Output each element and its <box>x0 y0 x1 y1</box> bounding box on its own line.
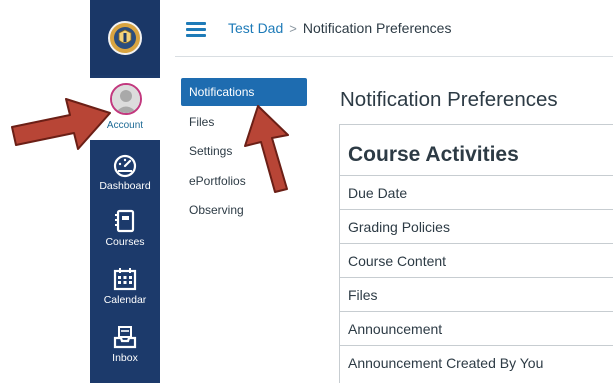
school-seal-logo-icon <box>108 20 142 55</box>
header-divider <box>175 56 613 57</box>
pref-row-files: Files <box>340 277 613 311</box>
subnav-item-notifications[interactable]: Notifications <box>181 78 307 106</box>
nav-account-label: Account <box>106 120 144 131</box>
subnav-item-eportfolios[interactable]: ePortfolios <box>181 167 307 195</box>
pref-row-announcement-created-by-you: Announcement Created By You <box>340 345 613 379</box>
courses-book-icon <box>115 209 135 233</box>
calendar-icon <box>113 268 137 291</box>
dashboard-gauge-icon <box>113 154 137 178</box>
section-heading-course-activities: Course Activities <box>348 143 519 166</box>
nav-item-inbox[interactable]: Inbox <box>90 322 160 378</box>
nav-item-label: Dashboard <box>99 180 151 192</box>
breadcrumb-separator: > <box>289 20 297 36</box>
canvas-app-window: Account Dashboard Courses Calendar Inbox… <box>0 0 613 383</box>
pref-row-due-date: Due Date <box>340 175 613 209</box>
notification-preferences-table: Course Activities Due Date Grading Polic… <box>339 124 613 383</box>
nav-item-dashboard[interactable]: Dashboard <box>90 150 160 206</box>
pref-row-grading-policies: Grading Policies <box>340 209 613 243</box>
breadcrumb: Test Dad > Notification Preferences <box>228 18 451 38</box>
hamburger-menu-icon[interactable] <box>186 22 206 38</box>
subnav-item-files[interactable]: Files <box>181 108 307 136</box>
pref-row-announcement: Announcement <box>340 311 613 345</box>
subnav-item-observing[interactable]: Observing <box>181 196 307 224</box>
avatar-icon <box>110 83 142 115</box>
nav-account[interactable]: Account <box>90 78 160 140</box>
nav-item-label: Calendar <box>103 294 147 306</box>
school-logo[interactable] <box>90 0 160 75</box>
nav-item-courses[interactable]: Courses <box>90 206 160 262</box>
global-navigation: Account Dashboard Courses Calendar Inbox <box>90 0 160 383</box>
nav-item-label: Inbox <box>112 352 138 364</box>
page-title: Notification Preferences <box>340 88 558 111</box>
subnav-item-settings[interactable]: Settings <box>181 137 307 165</box>
nav-item-label: Courses <box>105 236 145 248</box>
inbox-icon <box>113 326 137 349</box>
pref-row-course-content: Course Content <box>340 243 613 277</box>
breadcrumb-link-user[interactable]: Test Dad <box>228 20 283 36</box>
nav-item-calendar[interactable]: Calendar <box>90 264 160 320</box>
breadcrumb-current-page: Notification Preferences <box>302 20 452 36</box>
